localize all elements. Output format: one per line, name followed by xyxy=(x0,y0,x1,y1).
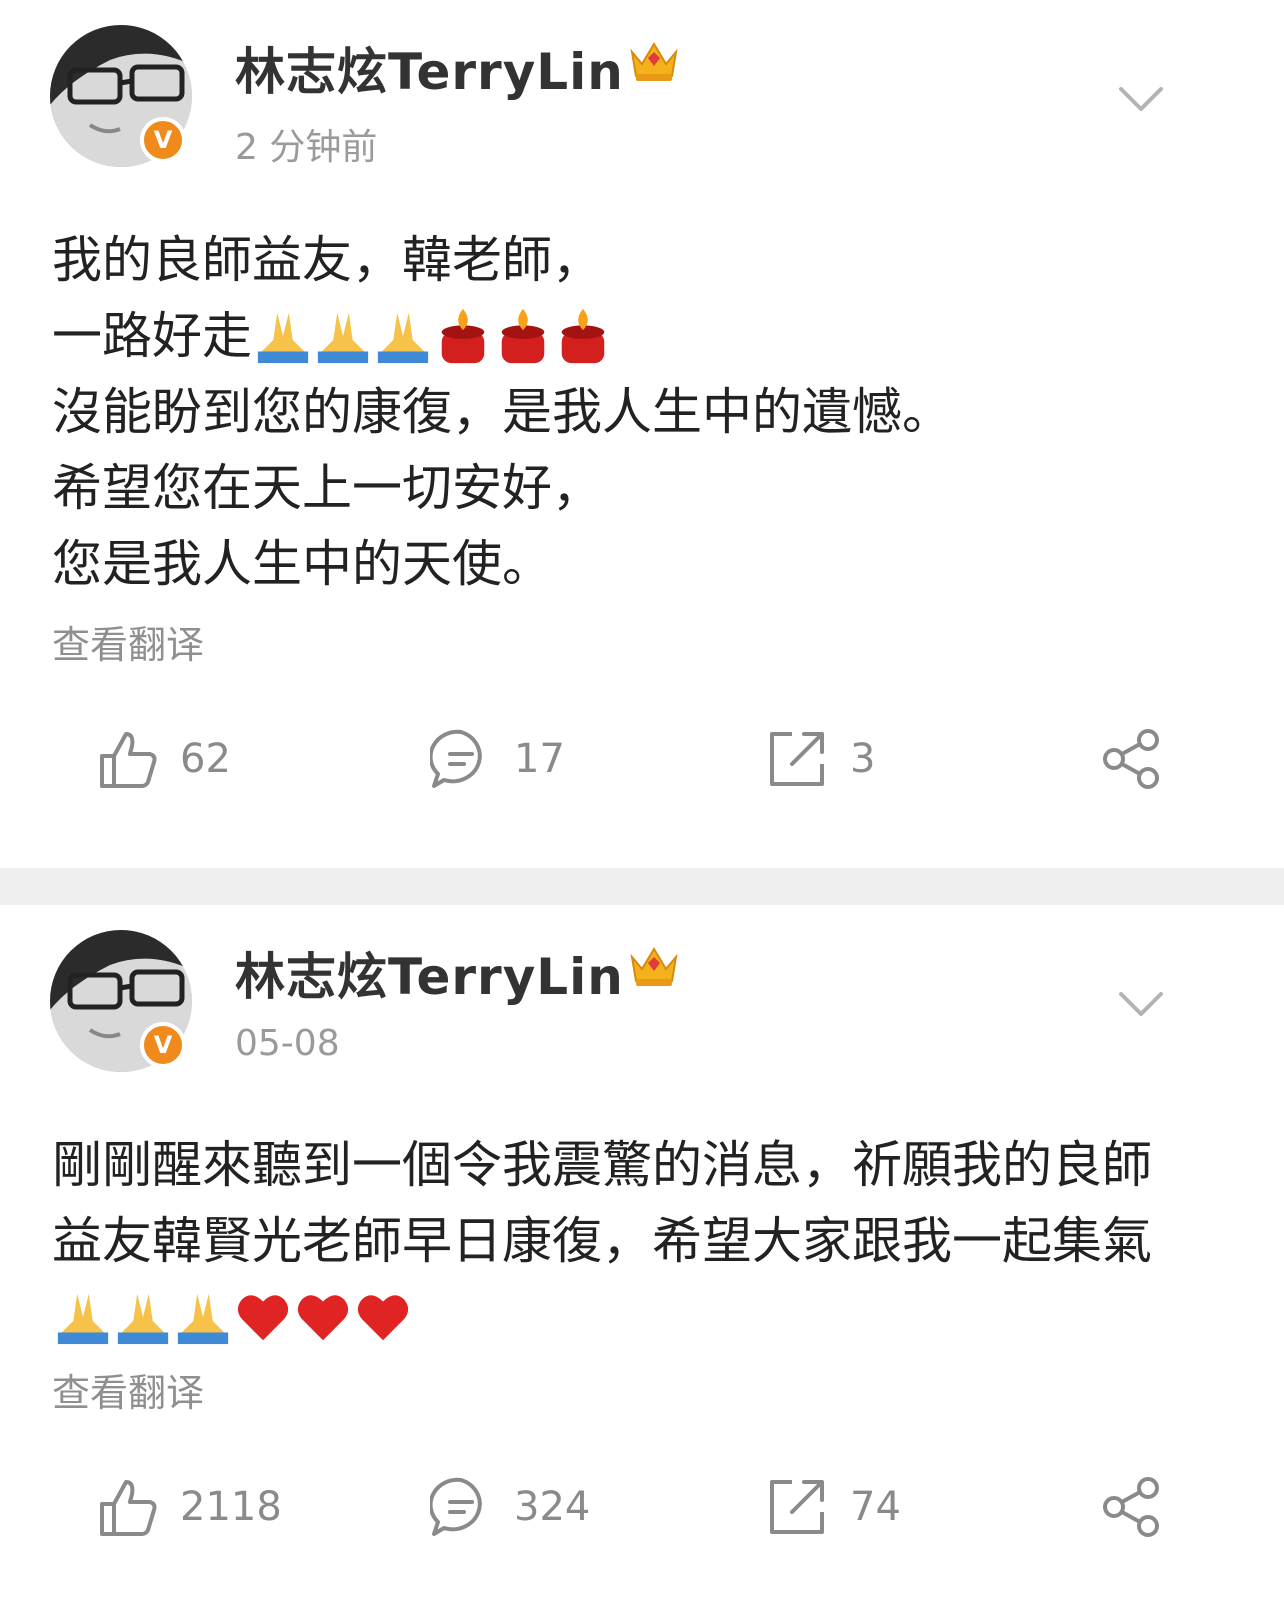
view-translation-link[interactable]: 查看翻译 xyxy=(52,614,204,669)
repost-button[interactable]: 74 xyxy=(766,1462,901,1552)
share-icon xyxy=(1103,1477,1159,1537)
comment-icon xyxy=(430,1477,482,1536)
chevron-down-icon[interactable] xyxy=(1118,990,1164,1020)
share-button[interactable] xyxy=(1100,714,1162,804)
like-count: 2118 xyxy=(180,1484,282,1530)
folded-hands-emoji xyxy=(177,1293,229,1345)
folded-hands-emoji xyxy=(377,312,429,364)
verified-badge-icon: V xyxy=(140,1022,186,1068)
share-icon xyxy=(1103,729,1159,789)
action-bar: 62 17 3 xyxy=(0,714,1284,804)
repost-icon xyxy=(770,1480,824,1534)
comment-count: 17 xyxy=(514,736,565,782)
content-line: 剛剛醒來聽到一個令我震驚的消息，祈願我的良師 xyxy=(52,1136,1152,1194)
content-line: 沒能盼到您的康復，是我人生中的遺憾。 xyxy=(52,383,952,441)
red-heart-emoji xyxy=(297,1295,349,1341)
content-line: 希望您在天上一切安好， xyxy=(52,459,602,517)
post-content: 我的良師益友，韓老師， 一路好走 沒能盼到您的康復，是我人生中的遺憾。 希望您在… xyxy=(52,222,1252,602)
post-time: 2 分钟前 xyxy=(235,127,378,168)
view-translation-link[interactable]: 查看翻译 xyxy=(52,1362,204,1417)
repost-count: 74 xyxy=(850,1484,901,1530)
comment-button[interactable]: 17 xyxy=(430,714,565,804)
content-line: 我的良師益友，韓老師， xyxy=(52,231,602,289)
repost-icon xyxy=(770,732,824,786)
comment-icon xyxy=(430,729,482,788)
thumbs-up-icon xyxy=(100,1480,157,1536)
folded-hands-emoji xyxy=(117,1293,169,1345)
like-button[interactable]: 2118 xyxy=(96,1462,282,1552)
crown-icon xyxy=(630,42,678,81)
share-button[interactable] xyxy=(1100,1462,1162,1552)
chevron-down-icon[interactable] xyxy=(1118,85,1164,115)
verified-badge-icon: V xyxy=(140,117,186,163)
content-line: 一路好走 xyxy=(52,307,252,365)
username[interactable]: 林志炫TerryLin xyxy=(235,937,624,1009)
repost-button[interactable]: 3 xyxy=(766,714,875,804)
action-bar: 2118 324 74 xyxy=(0,1462,1284,1552)
content-line: 您是我人生中的天使。 xyxy=(52,535,552,593)
candle-emoji xyxy=(441,308,485,364)
thumbs-up-icon xyxy=(100,732,157,788)
repost-count: 3 xyxy=(850,736,876,782)
like-button[interactable]: 62 xyxy=(96,714,231,804)
red-heart-emoji xyxy=(357,1295,409,1341)
folded-hands-emoji xyxy=(257,312,309,364)
content-line: 益友韓賢光老師早日康復，希望大家跟我一起集氣 xyxy=(52,1212,1152,1270)
comment-button[interactable]: 324 xyxy=(430,1462,590,1552)
weibo-post: V 林志炫TerryLin 05-08 剛剛醒來聽到一個令我震驚的消息，祈願我的… xyxy=(0,905,1284,1600)
post-time: 05-08 xyxy=(235,1023,340,1064)
weibo-post: V 林志炫TerryLin 2 分钟前 我的良師益友，韓老師， 一路好走 沒能盼… xyxy=(0,0,1284,868)
like-count: 62 xyxy=(180,736,231,782)
candle-emoji xyxy=(561,308,605,364)
folded-hands-emoji xyxy=(57,1293,109,1345)
post-content: 剛剛醒來聽到一個令我震驚的消息，祈願我的良師 益友韓賢光老師早日康復，希望大家跟… xyxy=(52,1127,1252,1355)
red-heart-emoji xyxy=(237,1295,289,1341)
comment-count: 324 xyxy=(514,1484,591,1530)
candle-emoji xyxy=(501,308,545,364)
crown-icon xyxy=(630,947,678,986)
post-divider xyxy=(0,868,1284,905)
folded-hands-emoji xyxy=(317,312,369,364)
username[interactable]: 林志炫TerryLin xyxy=(235,32,624,104)
